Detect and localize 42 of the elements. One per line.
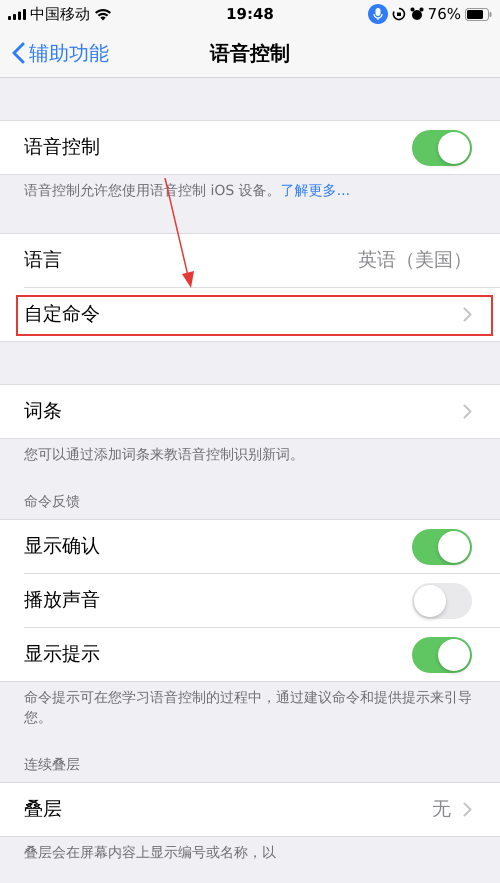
toggle-switch[interactable]: [412, 528, 472, 564]
row-label: 词条: [24, 399, 62, 424]
settings-row[interactable]: 显示确认: [24, 520, 500, 573]
settings-row[interactable]: 叠层 无: [24, 783, 500, 836]
section-footer: 您可以通过添加词条来教语音控制识别新词。: [24, 445, 476, 465]
row-label: 自定命令: [24, 302, 100, 328]
chevron-icon: [463, 307, 472, 322]
rotation-lock-icon: [392, 7, 406, 21]
settings-row[interactable]: 语音控制: [24, 121, 500, 174]
row-label: 叠层: [24, 797, 62, 822]
settings-row[interactable]: 词条: [24, 385, 500, 438]
toggle-switch[interactable]: [412, 130, 472, 166]
chevron-icon: [463, 404, 472, 419]
microphone-icon: [368, 4, 388, 24]
signal-icon: [8, 8, 26, 20]
section-header: 命令反馈: [24, 494, 80, 510]
settings-row[interactable]: 语言 英语（美国）: [24, 234, 500, 287]
page-title: 语音控制: [210, 40, 290, 66]
battery-icon: [465, 8, 492, 20]
row-label: 显示确认: [24, 534, 100, 560]
row-label: 播放声音: [24, 588, 100, 614]
chevron-icon: [463, 802, 472, 817]
alarm-icon: [410, 7, 424, 21]
row-value: 无: [432, 797, 451, 822]
settings-row[interactable]: 播放声音: [24, 574, 500, 627]
battery-percent: 76%: [428, 4, 461, 25]
row-label: 显示提示: [24, 642, 100, 668]
wifi-icon: [94, 8, 112, 20]
back-chevron-icon: [12, 42, 25, 64]
settings-row[interactable]: 自定命令: [24, 288, 500, 341]
row-label: 语音控制: [24, 135, 100, 160]
carrier-name: 中国移动: [30, 4, 90, 25]
section-header: 连续叠层: [24, 757, 80, 773]
clock-time: 19:48: [226, 4, 274, 25]
section-footer: 叠层会在屏幕内容上显示编号或名称，以: [24, 843, 476, 863]
section-footer: 命令提示可在您学习语音控制的过程中，通过建议命令和提供提示来引导您。: [24, 688, 476, 728]
row-value: 英语（美国）: [358, 248, 472, 274]
row-label: 语言: [24, 248, 62, 274]
toggle-switch[interactable]: [412, 582, 472, 618]
settings-row[interactable]: 显示提示: [24, 628, 500, 681]
back-button[interactable]: 辅助功能: [12, 28, 109, 77]
toggle-switch[interactable]: [412, 636, 472, 672]
